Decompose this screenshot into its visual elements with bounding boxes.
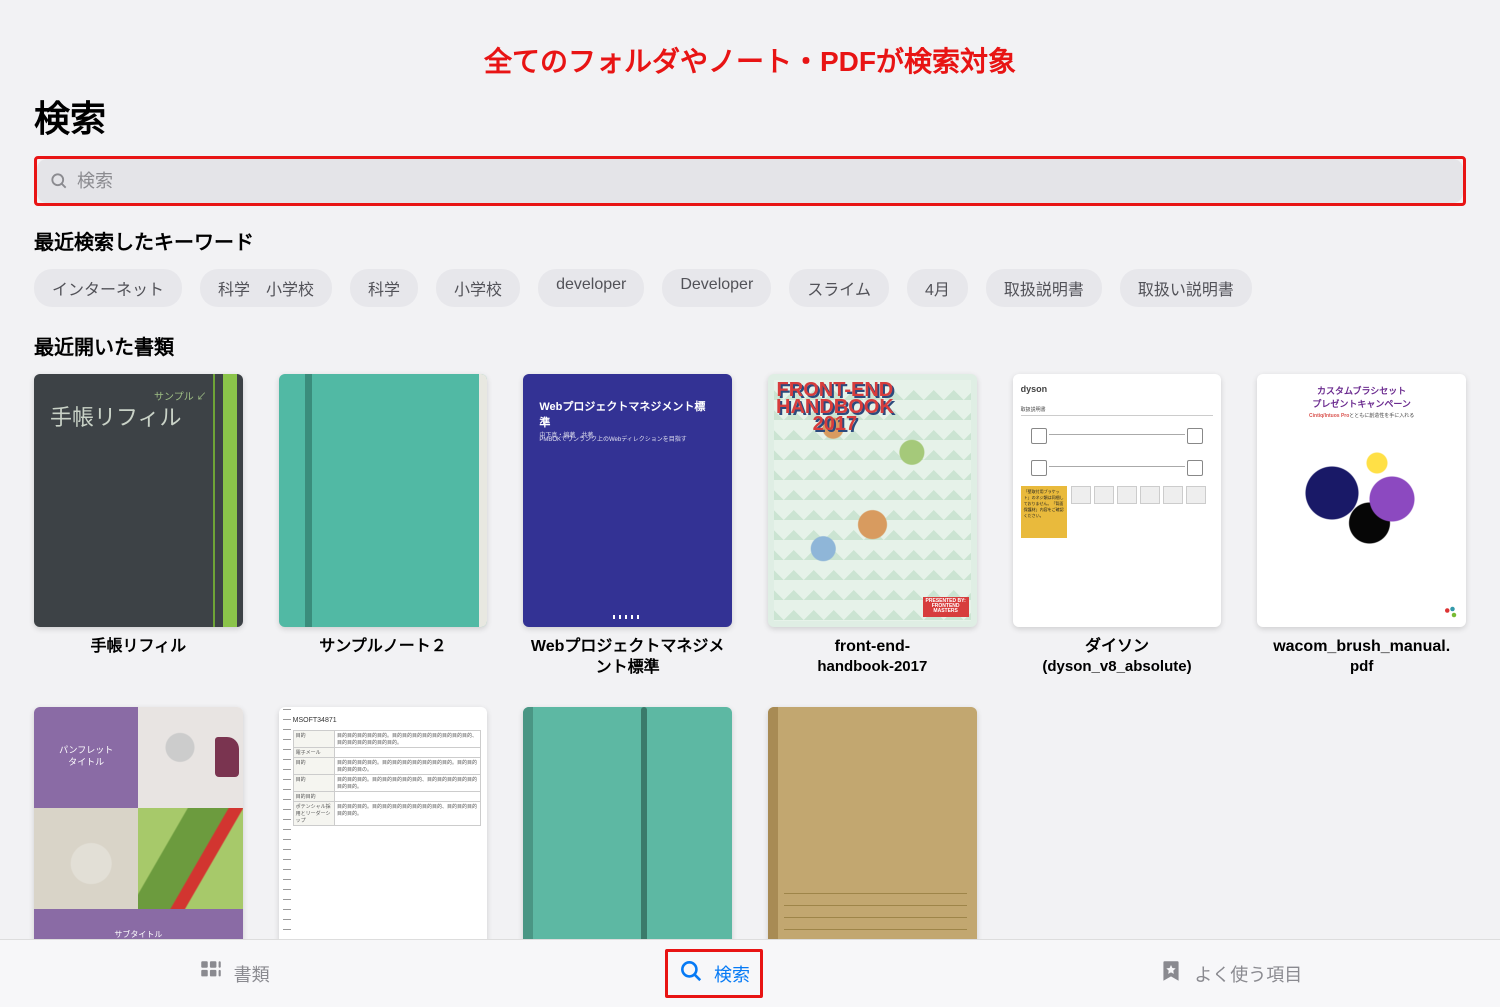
tab-label: よく使う項目 bbox=[1194, 961, 1302, 987]
document-thumbnail[interactable] bbox=[768, 707, 977, 960]
document-item[interactable] bbox=[523, 707, 732, 960]
keyword-chip[interactable]: スライム bbox=[789, 269, 889, 307]
tab-bar: 書類 検索 よく使う項目 bbox=[0, 939, 1500, 1007]
document-label: front-end- bbox=[768, 637, 977, 658]
keyword-chip[interactable]: 小学校 bbox=[436, 269, 520, 307]
keyword-chip[interactable]: Developer bbox=[662, 269, 771, 307]
search-field[interactable] bbox=[37, 159, 1463, 203]
tab-label: 検索 bbox=[714, 961, 750, 987]
recent-docs-heading: 最近開いた書類 bbox=[34, 331, 1466, 360]
keyword-chip-list: インターネット科学 小学校科学小学校 developer Developer スライム… bbox=[34, 269, 1466, 307]
star-bookmark-icon bbox=[1158, 958, 1184, 989]
document-item[interactable]: dyson取扱説明書「壁取付用ブラケット」のネジ類は同梱しておりません。「背面保… bbox=[1013, 374, 1222, 679]
document-thumbnail[interactable] bbox=[279, 374, 488, 627]
annotation-text: 全てのフォルダやノート・PDFが検索対象 bbox=[34, 40, 1466, 80]
tab-favorites[interactable]: よく使う項目 bbox=[1158, 958, 1302, 989]
page-title: 検索 bbox=[34, 90, 1466, 142]
document-label: Webプロジェクトマネジメント標準 bbox=[523, 637, 732, 679]
keyword-chip[interactable]: 4月 bbox=[907, 269, 968, 307]
document-label: サンプルノート２ bbox=[279, 637, 488, 658]
document-thumbnail[interactable]: パンフレットタイトルサブタイトル bbox=[34, 707, 243, 960]
keyword-chip[interactable]: 取扱説明書 bbox=[986, 269, 1102, 307]
document-thumbnail[interactable]: カスタムブラシセットプレゼントキャンペーンCintiq/Intuos Proとと… bbox=[1257, 374, 1466, 627]
grid-icon bbox=[198, 958, 224, 989]
document-label: (dyson_v8_absolute) bbox=[1013, 658, 1222, 675]
search-icon bbox=[49, 171, 69, 191]
keyword-chip[interactable]: developer bbox=[538, 269, 644, 307]
document-item bbox=[1257, 707, 1466, 960]
document-label: ダイソン bbox=[1013, 637, 1222, 658]
document-label: wacom_brush_manual. bbox=[1257, 637, 1466, 658]
documents-grid: 手帳リフィルサンプル ↙ 手帳リフィル サンプルノート２ Webプロジェクトマネジメン… bbox=[34, 374, 1466, 960]
document-thumbnail[interactable]: Webプロジェクトマネジメント標準PMBOKでワンランク上のWebディレクション… bbox=[523, 374, 732, 627]
search-input[interactable] bbox=[77, 171, 1451, 192]
keyword-chip[interactable]: 取扱い説明書 bbox=[1120, 269, 1252, 307]
document-item bbox=[1013, 707, 1222, 960]
search-highlight-box bbox=[34, 156, 1466, 206]
document-item[interactable]: Webプロジェクトマネジメント標準PMBOKでワンランク上のWebディレクション… bbox=[523, 374, 732, 679]
recent-keywords-heading: 最近検索したキーワード bbox=[34, 226, 1466, 255]
document-thumbnail[interactable]: MSOFT34871目的目的目的目的目的目的。目的目的目的目的目的目的目的目的、… bbox=[279, 707, 488, 960]
document-item[interactable]: サンプルノート２ bbox=[279, 374, 488, 679]
document-thumbnail[interactable]: 手帳リフィルサンプル ↙ bbox=[34, 374, 243, 627]
tab-documents[interactable]: 書類 bbox=[198, 958, 270, 989]
document-thumbnail[interactable] bbox=[523, 707, 732, 960]
keyword-chip[interactable]: 科学 bbox=[350, 269, 418, 307]
search-icon bbox=[678, 958, 704, 989]
document-thumbnail[interactable]: dyson取扱説明書「壁取付用ブラケット」のネジ類は同梱しておりません。「背面保… bbox=[1013, 374, 1222, 627]
document-item[interactable]: FRONT-ENDHANDBOOK2017PRESENTED BY:FRONTE… bbox=[768, 374, 977, 679]
document-label: handbook-2017 bbox=[768, 658, 977, 675]
document-item[interactable]: 手帳リフィルサンプル ↙ 手帳リフィル bbox=[34, 374, 243, 679]
document-thumbnail[interactable]: FRONT-ENDHANDBOOK2017PRESENTED BY:FRONTE… bbox=[768, 374, 977, 627]
document-item[interactable] bbox=[768, 707, 977, 960]
document-item[interactable]: カスタムブラシセットプレゼントキャンペーンCintiq/Intuos Proとと… bbox=[1257, 374, 1466, 679]
document-label: 手帳リフィル bbox=[34, 637, 243, 658]
keyword-chip[interactable]: 科学 小学校 bbox=[200, 269, 332, 307]
keyword-chip[interactable]: インターネット bbox=[34, 269, 182, 307]
document-label: pdf bbox=[1257, 658, 1466, 675]
document-item[interactable]: パンフレットタイトルサブタイトル bbox=[34, 707, 243, 960]
document-item[interactable]: MSOFT34871目的目的目的目的目的目的。目的目的目的目的目的目的目的目的、… bbox=[279, 707, 488, 960]
tab-search[interactable]: 検索 bbox=[665, 949, 763, 998]
tab-label: 書類 bbox=[234, 961, 270, 987]
